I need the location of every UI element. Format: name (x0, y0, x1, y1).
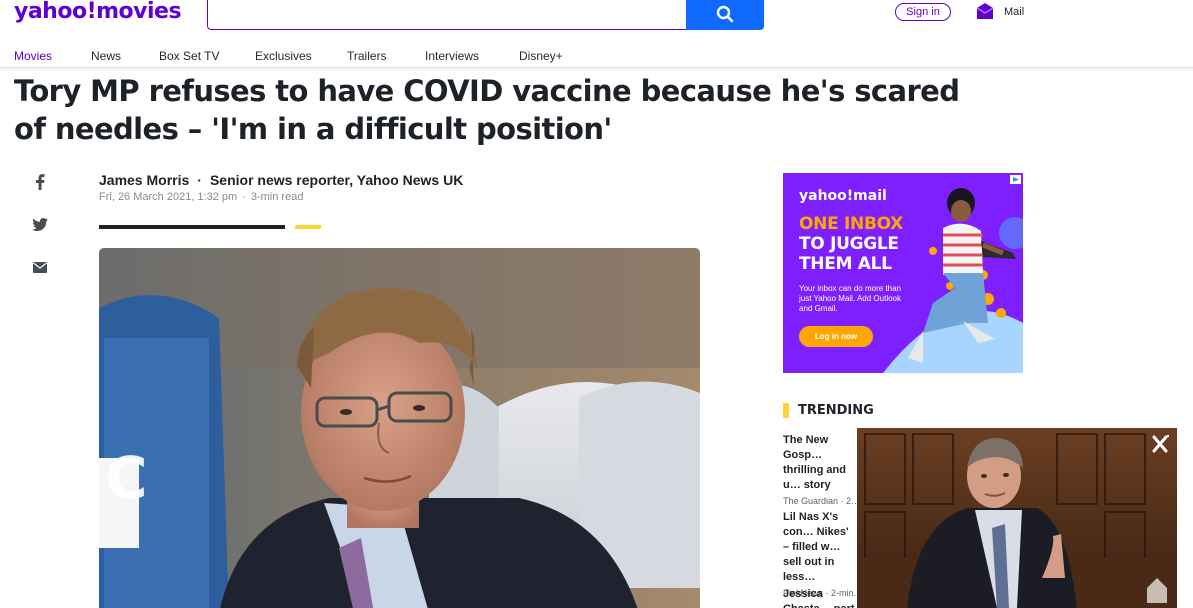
ad-cta-button[interactable]: Log in now (799, 326, 873, 347)
search-input[interactable] (208, 0, 687, 29)
trending-item-headline: Lil Nas X's con… Nikes' – filled w… sell… (783, 511, 849, 583)
yahoo-mail-ad[interactable]: yahoo!mail ONE INBOX TO JUGGLE THEM ALL … (783, 173, 1023, 373)
twitter-icon (32, 217, 48, 231)
section-nav: Movies News Box Set TV Exclusives Traile… (0, 40, 1193, 68)
ad-headline: ONE INBOX TO JUGGLE THEM ALL (799, 214, 903, 274)
share-facebook-button[interactable] (31, 173, 49, 191)
meta-separator: · (242, 191, 246, 203)
hero-photo: C (99, 248, 700, 608)
byline-separator: · (197, 172, 202, 188)
article-meta: Fri, 26 March 2021, 1:32 pm · 3-min read (99, 191, 303, 203)
trending-item-headline: The New Gosp… thrilling and u… story (783, 434, 846, 491)
facebook-icon (36, 174, 45, 190)
ad-headline-line-3: THEM ALL (799, 254, 892, 274)
floating-video-player[interactable] (857, 428, 1177, 608)
ad-body: Your inbox can do more than just Yahoo M… (799, 284, 901, 313)
email-icon (33, 261, 47, 273)
trending-item-headline: Jessica Chasta… part of Covid… (783, 588, 855, 608)
share-email-button[interactable] (31, 258, 49, 276)
nav-item-box-set-tv[interactable]: Box Set TV (159, 49, 219, 63)
nav-item-trailers[interactable]: Trailers (347, 49, 387, 63)
nav-item-interviews[interactable]: Interviews (425, 49, 479, 63)
close-icon (1152, 435, 1169, 453)
video-frame (857, 428, 1177, 608)
author-name[interactable]: James Morris (99, 172, 189, 188)
mail-link[interactable]: Mail (1004, 6, 1024, 18)
header: yahoo!movies Sign in Mail (0, 0, 1193, 40)
search-box[interactable] (207, 0, 687, 30)
page: yahoo!movies Sign in Mail Movies News Bo… (0, 0, 1193, 608)
nav-item-disney-plus[interactable]: Disney+ (519, 49, 563, 63)
trending-accent (783, 403, 789, 418)
nav-item-exclusives[interactable]: Exclusives (255, 49, 312, 63)
yahoo-movies-logo[interactable]: yahoo!movies (14, 0, 182, 24)
byline: James Morris · Senior news reporter, Yahoo… (99, 172, 463, 188)
mail-icon[interactable] (975, 1, 995, 21)
article-headline: Tory MP refuses to have COVID vaccine be… (14, 74, 960, 146)
ad-brand: yahoo!mail (799, 188, 887, 204)
byline-accent (294, 225, 322, 229)
sign-in-button[interactable]: Sign in (895, 3, 951, 21)
trending-heading: TRENDING (798, 403, 874, 418)
svg-text:C: C (105, 444, 148, 512)
ad-headline-line-1: ONE INBOX (799, 214, 903, 234)
nav-item-movies[interactable]: Movies (14, 49, 52, 63)
search-icon (716, 5, 734, 23)
article-hero-image: C (99, 248, 700, 608)
publish-date: Fri, 26 March 2021, 1:32 pm (99, 191, 238, 203)
ad-headline-line-2: TO JUGGLE (799, 234, 899, 254)
share-twitter-button[interactable] (31, 215, 49, 233)
close-video-button[interactable] (1149, 433, 1171, 455)
author-title: Senior news reporter, Yahoo News UK (209, 172, 464, 188)
search-button[interactable] (686, 0, 764, 30)
byline-rule (99, 225, 285, 229)
nav-item-news[interactable]: News (91, 49, 121, 63)
read-time: 3-min read (250, 191, 304, 203)
